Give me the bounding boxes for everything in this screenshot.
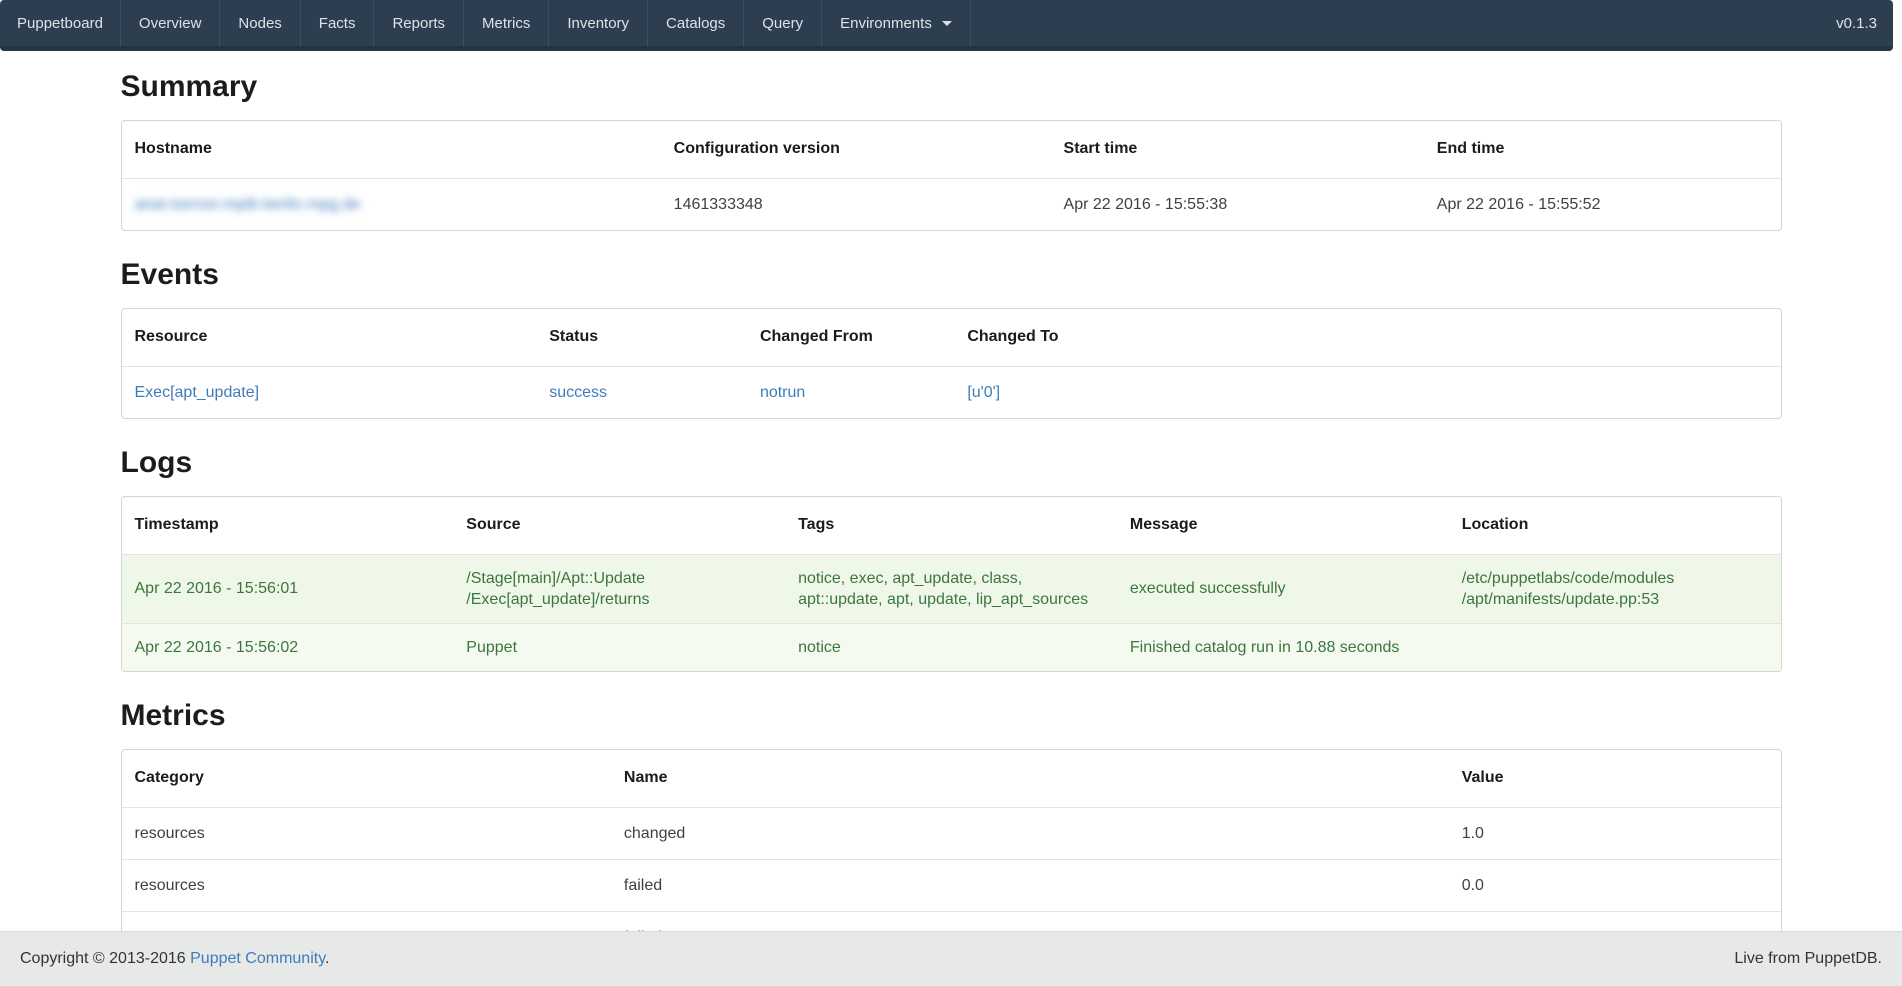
puppet-community-link[interactable]: Puppet Community [190, 950, 325, 967]
footer-copyright: Copyright © 2013-2016 Puppet Community. [20, 950, 329, 968]
events-heading: Events [121, 258, 1782, 291]
footer-live-status: Live from PuppetDB. [1734, 950, 1882, 968]
event-row: Exec[apt_update] success notrun [u'0'] [122, 366, 1781, 418]
navbar-links: Puppetboard Overview Nodes Facts Reports… [0, 0, 971, 46]
nav-item-inventory[interactable]: Inventory [549, 0, 648, 46]
summary-header-row: Hostname Configuration version Start tim… [122, 121, 1781, 178]
col-changed-to: Changed To [954, 309, 1780, 366]
log-timestamp: Apr 22 2016 - 15:56:01 [122, 554, 454, 623]
col-status: Status [536, 309, 747, 366]
metric-value: 1.0 [1449, 807, 1781, 859]
log-tags: notice [785, 623, 1117, 671]
metric-category: resources [122, 859, 611, 911]
log-location [1449, 623, 1781, 671]
metric-value: 0.0 [1449, 859, 1781, 911]
log-source: /Stage[main]/Apt::Update​/Exec[apt_updat… [453, 554, 785, 623]
event-changed-to-link[interactable]: [u'0'] [967, 384, 1000, 401]
log-location: /etc/puppetlabs/code/modules​/apt/manife… [1449, 554, 1781, 623]
event-changed-from-link[interactable]: notrun [760, 384, 805, 401]
col-tags: Tags [785, 497, 1117, 554]
col-resource: Resource [122, 309, 537, 366]
start-time-value: Apr 22 2016 - 15:55:38 [1051, 178, 1424, 230]
col-hostname: Hostname [122, 121, 661, 178]
metrics-heading: Metrics [121, 699, 1782, 732]
col-timestamp: Timestamp [122, 497, 454, 554]
col-value: Value [1449, 750, 1781, 807]
nav-item-environments-dropdown[interactable]: Environments [822, 0, 971, 46]
event-status-link[interactable]: success [549, 384, 607, 401]
summary-row: anat-tserver.mpib-berlin.mpg.de 14613333… [122, 178, 1781, 230]
log-tags: notice, exec, apt_update, class, apt::up… [785, 554, 1117, 623]
nav-environments-label: Environments [840, 15, 932, 32]
nav-item-catalogs[interactable]: Catalogs [648, 0, 744, 46]
end-time-value: Apr 22 2016 - 15:55:52 [1424, 178, 1781, 230]
col-end-time: End time [1424, 121, 1781, 178]
metric-row: resources changed 1.0 [122, 807, 1781, 859]
logs-table-wrap: Timestamp Source Tags Message Location A… [121, 496, 1782, 672]
event-resource-link[interactable]: Exec[apt_update] [135, 384, 260, 401]
nav-item-reports[interactable]: Reports [374, 0, 464, 46]
log-message: Finished catalog run in 10.88 seconds [1117, 623, 1449, 671]
log-row: Apr 22 2016 - 15:56:01 /Stage[main]/Apt:… [122, 554, 1781, 623]
col-location: Location [1449, 497, 1781, 554]
metric-category: resources [122, 807, 611, 859]
nav-item-facts[interactable]: Facts [301, 0, 375, 46]
config-version-value: 1461333348 [661, 178, 1051, 230]
summary-heading: Summary [121, 70, 1782, 103]
navbar: Puppetboard Overview Nodes Facts Reports… [0, 0, 1893, 51]
metric-row: resources failed 0.0 [122, 859, 1781, 911]
log-row: Apr 22 2016 - 15:56:02 Puppet notice Fin… [122, 623, 1781, 671]
report-detail-page: Summary Hostname Configuration version S… [121, 70, 1782, 964]
navbar-brand[interactable]: Puppetboard [0, 0, 121, 46]
hostname-link[interactable]: anat-tserver.mpib-berlin.mpg.de [135, 196, 361, 213]
metric-name: failed [611, 859, 1449, 911]
nav-item-metrics[interactable]: Metrics [464, 0, 549, 46]
col-start-time: Start time [1051, 121, 1424, 178]
nav-item-query[interactable]: Query [744, 0, 822, 46]
nav-item-overview[interactable]: Overview [121, 0, 221, 46]
log-timestamp: Apr 22 2016 - 15:56:02 [122, 623, 454, 671]
navbar-version: v0.1.3 [1820, 0, 1893, 46]
chevron-down-icon [942, 21, 952, 26]
log-source: Puppet [453, 623, 785, 671]
summary-table: Hostname Configuration version Start tim… [121, 120, 1782, 231]
copyright-period: . [325, 950, 329, 967]
footer: Copyright © 2013-2016 Puppet Community. … [0, 931, 1902, 986]
logs-header-row: Timestamp Source Tags Message Location [122, 497, 1781, 554]
col-category: Category [122, 750, 611, 807]
events-header-row: Resource Status Changed From Changed To [122, 309, 1781, 366]
col-source: Source [453, 497, 785, 554]
events-table: Resource Status Changed From Changed To … [121, 308, 1782, 419]
copyright-text: Copyright © 2013-2016 [20, 950, 190, 967]
nav-item-nodes[interactable]: Nodes [220, 0, 300, 46]
col-config-version: Configuration version [661, 121, 1051, 178]
metrics-header-row: Category Name Value [122, 750, 1781, 807]
metric-name: changed [611, 807, 1449, 859]
log-message: executed successfully [1117, 554, 1449, 623]
col-message: Message [1117, 497, 1449, 554]
logs-heading: Logs [121, 446, 1782, 479]
col-name: Name [611, 750, 1449, 807]
col-changed-from: Changed From [747, 309, 954, 366]
